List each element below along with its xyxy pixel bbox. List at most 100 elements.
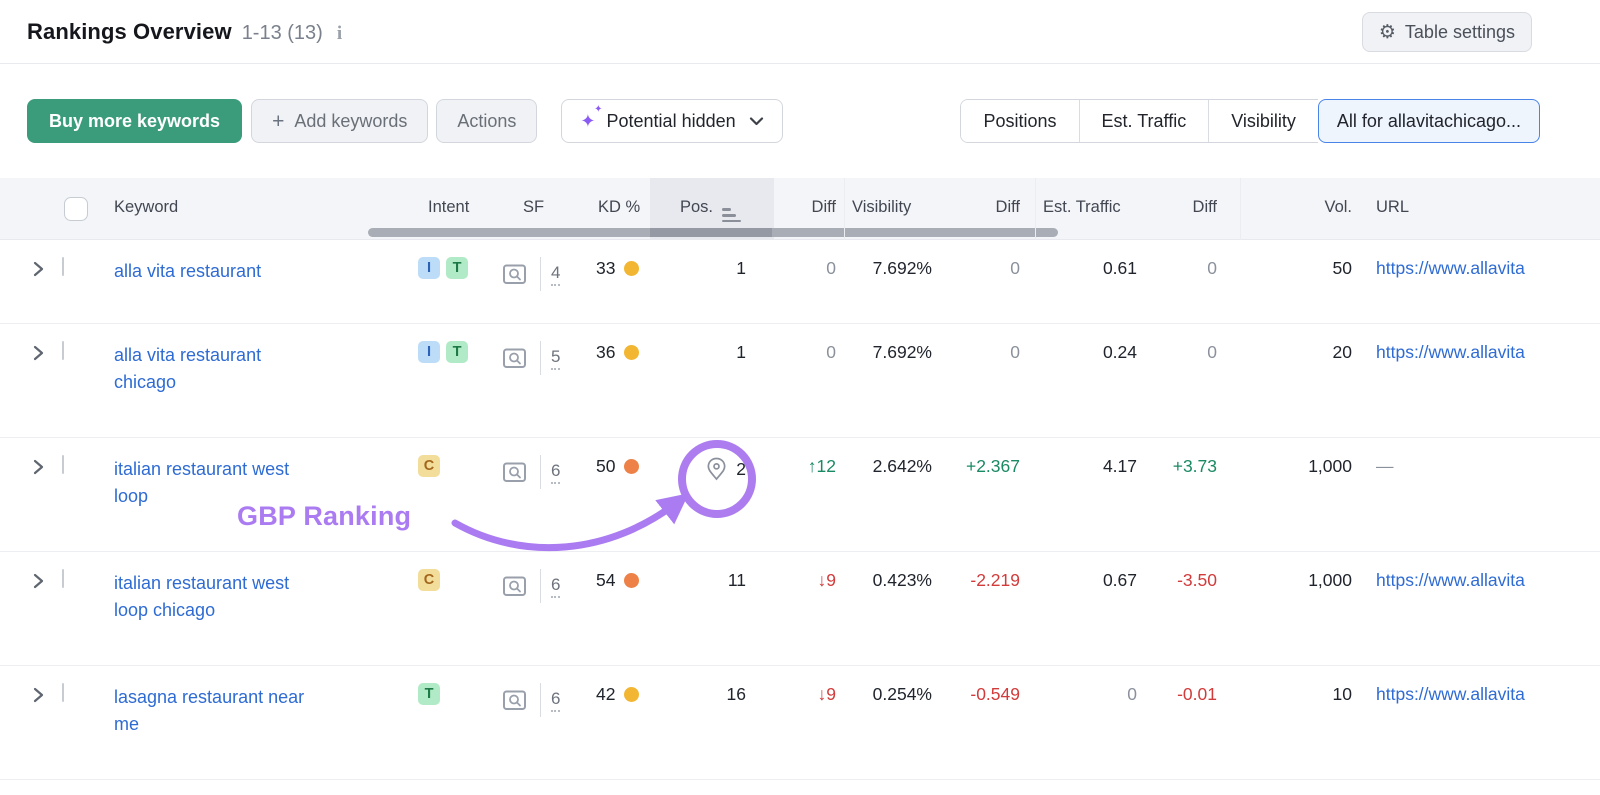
col-header-pos-diff[interactable]: Diff [772, 198, 836, 217]
potential-dropdown[interactable]: ✦✦ Potential hidden [561, 99, 782, 143]
col-header-kd[interactable]: KD % [598, 198, 640, 217]
page-title: Rankings Overview [27, 19, 232, 45]
col-header-url[interactable]: URL [1376, 198, 1409, 217]
url-link[interactable]: https://www.allavita [1376, 342, 1525, 362]
visibility-diff-cell: 0 [938, 258, 1020, 279]
table-row: alla vita restaurant I T 4 33 1 0 7.692%… [0, 240, 1600, 324]
intent-badge: C [418, 455, 440, 477]
serp-features-icon[interactable] [502, 347, 528, 370]
kd-dot-icon [624, 573, 639, 588]
kd-cell: 54 [596, 570, 639, 591]
horizontal-scrollbar[interactable] [368, 228, 1058, 237]
keyword-link[interactable]: italian restaurant west loop [114, 459, 289, 506]
tab-all-for-domain[interactable]: All for allavitachicago... [1318, 99, 1540, 143]
intent-badge: I [418, 341, 440, 363]
row-checkbox[interactable] [62, 341, 64, 360]
serp-features-icon[interactable] [502, 575, 528, 598]
row-checkbox[interactable] [62, 683, 64, 702]
tab-est-traffic[interactable]: Est. Traffic [1079, 100, 1209, 142]
sf-count[interactable]: 5 [551, 347, 560, 370]
gbp-pin-icon [705, 456, 728, 482]
sf-count[interactable]: 6 [551, 575, 560, 598]
kd-dot-icon [624, 345, 639, 360]
visibility-cell: 0.254% [838, 684, 932, 705]
sf-count[interactable]: 4 [551, 263, 560, 286]
tab-all-for-domain-label: All for allavitachicago... [1337, 111, 1521, 132]
serp-features-cell: 6 [502, 455, 560, 489]
col-header-vol[interactable]: Vol. [1258, 198, 1352, 217]
visibility-diff-cell: -0.549 [938, 684, 1020, 705]
add-keywords-button[interactable]: + Add keywords [251, 99, 428, 143]
col-header-sf[interactable]: SF [523, 198, 544, 217]
kd-value: 36 [596, 342, 615, 363]
serp-features-cell: 6 [502, 683, 560, 717]
intent-badge: I [418, 257, 440, 279]
serp-features-icon[interactable] [502, 689, 528, 712]
col-header-vis-diff[interactable]: Diff [938, 198, 1020, 217]
divider [540, 569, 541, 603]
expand-chevron-icon[interactable] [32, 573, 44, 594]
info-icon[interactable]: i [337, 23, 342, 45]
top-bar: Rankings Overview 1-13 (13) i ⚙ Table se… [0, 0, 1600, 64]
select-all-checkbox[interactable] [64, 197, 88, 221]
expand-chevron-icon[interactable] [32, 459, 44, 480]
col-header-keyword[interactable]: Keyword [114, 198, 178, 217]
keyword-link[interactable]: alla vita restaurant chicago [114, 345, 261, 392]
expand-chevron-icon[interactable] [32, 345, 44, 366]
kd-value: 33 [596, 258, 615, 279]
url-link[interactable]: https://www.allavita [1376, 258, 1525, 278]
position-cell: 1 [668, 258, 746, 279]
traffic-diff-cell: -0.01 [1143, 684, 1217, 705]
serp-features-icon[interactable] [502, 461, 528, 484]
traffic-diff-cell: -3.50 [1143, 570, 1217, 591]
metric-tabs: Positions Est. Traffic Visibility All fo… [960, 99, 1540, 143]
scrollbar-dark-segment [650, 228, 772, 237]
tab-visibility[interactable]: Visibility [1208, 100, 1318, 142]
keyword-cell: alla vita restaurant [114, 258, 319, 285]
result-count: 1-13 (13) [242, 22, 323, 45]
col-header-est-traffic[interactable]: Est. Traffic [1043, 198, 1121, 217]
buy-more-keywords-button[interactable]: Buy more keywords [27, 99, 242, 143]
col-header-visibility[interactable]: Visibility [852, 198, 911, 217]
keyword-link[interactable]: lasagna restaurant near me [114, 687, 304, 734]
rankings-overview-page: Rankings Overview 1-13 (13) i ⚙ Table se… [0, 0, 1600, 795]
potential-label: Potential hidden [607, 111, 736, 132]
gear-icon: ⚙ [1379, 23, 1396, 42]
position-value: 2 [736, 459, 746, 480]
sf-count[interactable]: 6 [551, 689, 560, 712]
expand-chevron-icon[interactable] [32, 261, 44, 282]
col-header-intent[interactable]: Intent [428, 198, 469, 217]
intent-badge: T [418, 683, 440, 705]
position-diff-cell: 0 [772, 258, 836, 279]
kd-value: 54 [596, 570, 615, 591]
url-link[interactable]: https://www.allavita [1376, 684, 1525, 704]
intent-cell: I T [418, 257, 468, 279]
kd-cell: 36 [596, 342, 639, 363]
serp-features-icon[interactable] [502, 263, 528, 286]
plus-icon: + [272, 111, 284, 132]
url-cell: https://www.allavita [1376, 684, 1598, 705]
table-settings-button[interactable]: ⚙ Table settings [1362, 12, 1532, 52]
kd-value: 42 [596, 684, 615, 705]
est-traffic-cell: 0.61 [1043, 258, 1137, 279]
keyword-link[interactable]: alla vita restaurant [114, 261, 261, 281]
volume-cell: 1,000 [1258, 456, 1352, 477]
col-header-traffic-diff[interactable]: Diff [1143, 198, 1217, 217]
position-value: 1 [736, 258, 746, 279]
kd-cell: 42 [596, 684, 639, 705]
actions-button[interactable]: Actions [436, 99, 537, 143]
keyword-link[interactable]: italian restaurant west loop chicago [114, 573, 289, 620]
row-checkbox[interactable] [62, 455, 64, 474]
url-link[interactable]: https://www.allavita [1376, 570, 1525, 590]
row-checkbox[interactable] [62, 569, 64, 588]
title-wrap: Rankings Overview 1-13 (13) i [27, 19, 342, 45]
visibility-cell: 7.692% [838, 342, 932, 363]
col-header-pos[interactable]: Pos. [680, 198, 741, 222]
kd-cell: 50 [596, 456, 639, 477]
row-checkbox[interactable] [62, 257, 64, 276]
sf-count[interactable]: 6 [551, 461, 560, 484]
intent-cell: T [418, 683, 440, 705]
serp-features-cell: 5 [502, 341, 560, 375]
tab-positions[interactable]: Positions [961, 100, 1078, 142]
expand-chevron-icon[interactable] [32, 687, 44, 708]
